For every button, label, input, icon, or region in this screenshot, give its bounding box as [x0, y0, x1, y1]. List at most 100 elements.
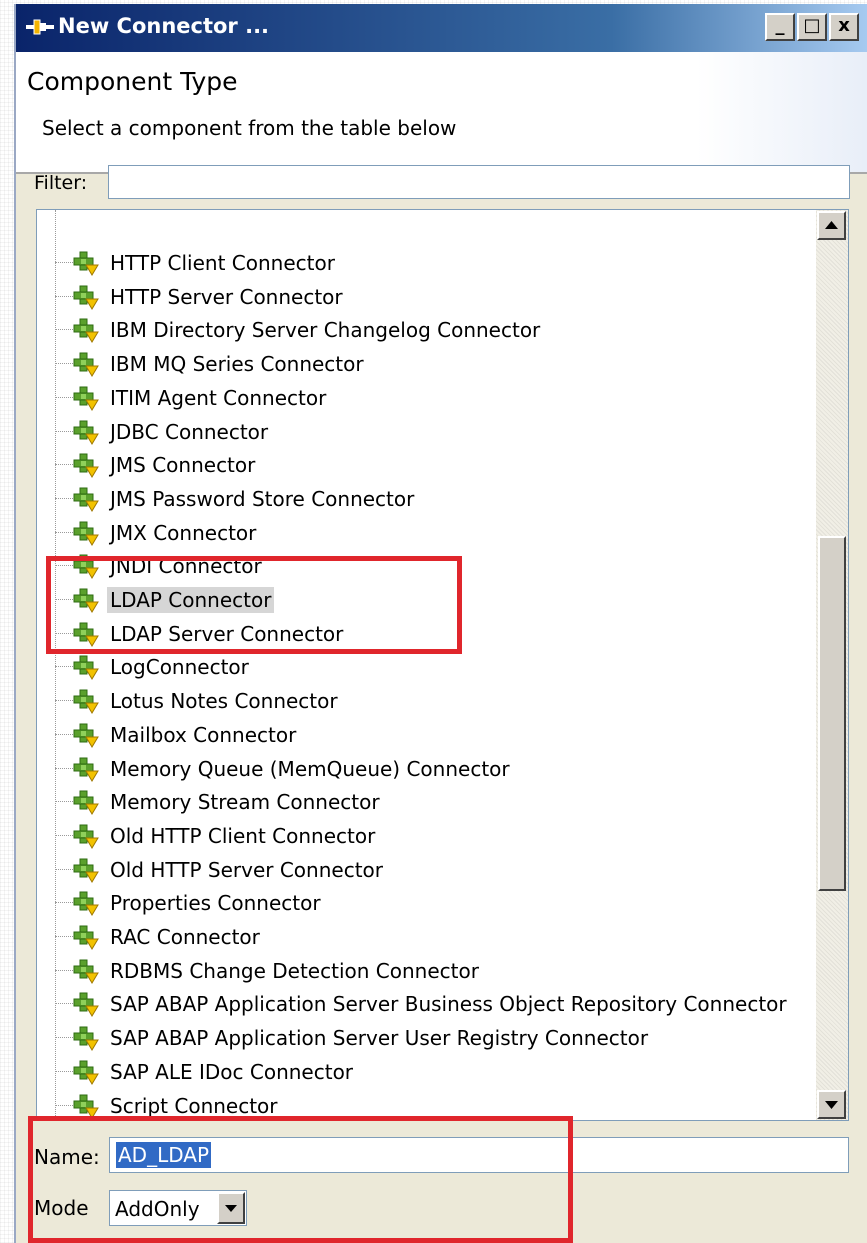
connector-plus-icon — [73, 251, 99, 276]
connector-plus-icon — [73, 1026, 99, 1052]
page-description: Select a component from the table below — [42, 116, 457, 140]
connector-plus-icon — [73, 318, 99, 344]
tree-item[interactable]: Script Connector — [37, 1089, 817, 1121]
component-tree[interactable]: HTTP Client Connector HTTP Server Connect… — [36, 209, 849, 1121]
tree-item[interactable]: SAP ALE IDoc Connector — [37, 1055, 817, 1089]
minimize-button[interactable]: _ — [765, 13, 795, 41]
tree-item[interactable]: LDAP Connector — [37, 583, 817, 617]
connector-plus-icon — [73, 1094, 99, 1119]
mode-select[interactable]: AddOnly — [109, 1190, 247, 1226]
mode-value: AddOnly — [115, 1197, 200, 1221]
tree-item-label: Old HTTP Client Connector — [110, 823, 376, 848]
tree-item[interactable]: Mailbox Connector — [37, 718, 817, 752]
name-field[interactable]: AD_LDAP — [109, 1137, 849, 1173]
connector-plus-icon — [73, 757, 99, 782]
connector-plus-icon — [73, 352, 99, 378]
tree-item[interactable]: Old HTTP Client Connector — [37, 819, 817, 853]
tree-item-label: JMS Connector — [110, 453, 256, 478]
tree-item-label: SAP ABAP Application Server Business Obj… — [110, 992, 787, 1017]
filter-label: Filter: — [34, 172, 88, 194]
connector-plus-icon — [73, 992, 99, 1018]
scroll-down-button[interactable] — [817, 1090, 846, 1119]
tree-item-label: JMX Connector — [110, 520, 257, 545]
tree-item[interactable]: Lotus Notes Connector — [37, 684, 817, 718]
connector-plus-icon — [73, 622, 99, 647]
arrow-down-icon — [825, 1101, 838, 1109]
connector-plus-icon — [73, 453, 99, 479]
scrollbar-thumb[interactable] — [818, 536, 846, 891]
window-title: New Connector ... — [58, 14, 270, 38]
tree-item[interactable]: IBM Directory Server Changelog Connector — [37, 313, 817, 347]
tree-item[interactable]: JDBC Connector — [37, 415, 817, 449]
vertical-scrollbar[interactable] — [816, 210, 848, 1120]
tree-item-label: SAP ALE IDoc Connector — [110, 1059, 354, 1084]
connector-plus-icon — [73, 386, 99, 411]
filter-input[interactable] — [108, 165, 850, 199]
tree-item-label: LDAP Server Connector — [110, 621, 344, 646]
tree-item-label: ITIM Agent Connector — [110, 385, 327, 410]
tree-item[interactable]: Old HTTP Server Connector — [37, 853, 817, 887]
tree-item[interactable]: ITIM Agent Connector — [37, 381, 817, 415]
connector-plus-icon — [73, 521, 99, 546]
tree-item-label: Mailbox Connector — [110, 722, 297, 747]
title-bar[interactable]: New Connector ... _ □ x — [16, 4, 867, 52]
connector-plus-icon — [73, 790, 99, 816]
mode-dropdown-button[interactable] — [217, 1192, 245, 1224]
tree-item-label: JNDI Connector — [110, 554, 262, 579]
scroll-up-button[interactable] — [817, 211, 846, 240]
tree-item[interactable]: RAC Connector — [37, 920, 817, 954]
connector-plus-icon — [73, 824, 99, 849]
tree-item[interactable]: SAP ABAP Application Server Business Obj… — [37, 987, 817, 1021]
connector-plus-icon — [73, 891, 99, 917]
tree-item-label: HTTP Client Connector — [110, 251, 335, 275]
page-title: Component Type — [27, 67, 238, 96]
tree-item-label: Memory Stream Connector — [110, 790, 380, 815]
connector-plus-icon — [73, 959, 99, 984]
tree-item-label: Lotus Notes Connector — [110, 689, 338, 714]
tree-item-label: HTTP Server Connector — [110, 284, 343, 309]
close-button[interactable]: x — [829, 13, 859, 41]
maximize-button[interactable]: □ — [797, 13, 827, 41]
tree-item[interactable]: SAP ABAP Application Server User Registr… — [37, 1021, 817, 1055]
tree-item[interactable]: Properties Connector — [37, 886, 817, 920]
tree-item-label: Script Connector — [110, 1093, 278, 1118]
tree-item-label: RAC Connector — [110, 925, 260, 949]
tree-item-label: JMS Password Store Connector — [110, 486, 415, 511]
tree-item[interactable]: Memory Queue (MemQueue) Connector — [37, 752, 817, 786]
wizard-header: Component Type Select a component from t… — [16, 52, 867, 174]
connector-plug-icon — [26, 19, 54, 35]
tree-item[interactable]: JMX Connector — [37, 516, 817, 550]
tree-item-label: IBM Directory Server Changelog Connector — [110, 318, 541, 343]
connector-plus-icon — [73, 487, 99, 512]
name-label: Name: — [34, 1145, 100, 1169]
arrow-up-icon — [825, 221, 838, 229]
tree-item-label: JDBC Connector — [110, 419, 269, 444]
new-connector-dialog: New Connector ... _ □ x Component Type S… — [14, 4, 867, 1243]
tree-item[interactable]: JMS Connector — [37, 448, 817, 482]
connector-plus-icon — [73, 285, 99, 310]
tree-item[interactable]: Memory Stream Connector — [37, 785, 817, 819]
tree-item-label: Old HTTP Server Connector — [110, 857, 383, 882]
mode-label: Mode — [34, 1196, 89, 1220]
tree-item[interactable]: LDAP Server Connector — [37, 617, 817, 651]
tree-item-label: IBM MQ Series Connector — [110, 352, 364, 377]
tree-item-label: Properties Connector — [110, 891, 321, 916]
tree-item-label: LDAP Connector — [107, 587, 275, 613]
tree-item[interactable]: JMS Password Store Connector — [37, 482, 817, 516]
connector-plus-icon — [73, 858, 99, 883]
connector-plus-icon — [73, 1060, 99, 1085]
tree-item[interactable]: HTTP Client Connector — [37, 246, 817, 280]
tree-item[interactable]: RDBMS Change Detection Connector — [37, 954, 817, 988]
tree-item-label: RDBMS Change Detection Connector — [110, 958, 479, 983]
tree-item-label: SAP ABAP Application Server User Registr… — [110, 1026, 649, 1051]
connector-plus-icon — [73, 925, 99, 950]
connector-plus-icon — [73, 554, 99, 580]
tree-item[interactable]: LogConnector — [37, 650, 817, 684]
tree-item[interactable]: IBM MQ Series Connector — [37, 347, 817, 381]
connector-plus-icon — [73, 655, 99, 681]
tree-item[interactable]: HTTP Server Connector — [37, 280, 817, 314]
connector-plus-icon — [73, 420, 99, 445]
connector-plus-icon — [73, 723, 99, 748]
tree-item[interactable]: JNDI Connector — [37, 549, 817, 583]
chevron-down-icon — [225, 1205, 237, 1212]
